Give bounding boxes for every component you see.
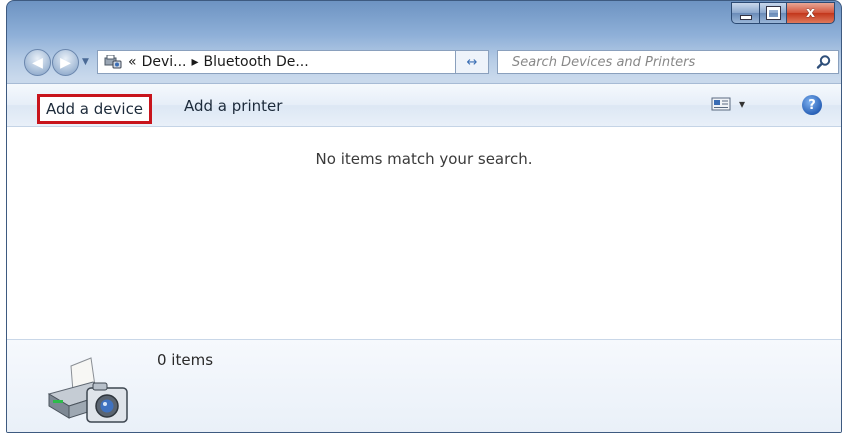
devices-and-printers-icon [103, 54, 123, 70]
minimize-icon [739, 14, 752, 20]
forward-button[interactable]: ▶ [52, 49, 79, 76]
command-bar: Add a device Add a printer ▾ ? [7, 84, 841, 127]
breadcrumb-separator[interactable]: ▸ [192, 54, 199, 70]
forward-arrow-icon: ▶ [60, 54, 71, 71]
breadcrumb-devices[interactable]: Devi... [142, 54, 187, 70]
add-device-button[interactable]: Add a device [37, 94, 153, 124]
printer-camera-icon [43, 348, 135, 432]
minimize-button[interactable] [731, 2, 760, 24]
caption-buttons: x [731, 2, 835, 24]
address-bar[interactable]: « Devi... ▸ Bluetooth De... ▾ [97, 50, 487, 74]
close-button[interactable]: x [787, 2, 835, 24]
navigation-bar: ◀ ▶ ▼ « Devi... ▸ Bluetooth De... ▾ ↔ [7, 47, 841, 77]
content-area: Add a device Add a printer ▾ ? No items … [7, 83, 841, 432]
breadcrumb-overflow[interactable]: « [128, 54, 137, 70]
change-view-icon [711, 97, 731, 111]
search-box[interactable] [497, 50, 839, 74]
recent-pages-icon[interactable]: ▼ [82, 57, 89, 67]
explorer-window: x ◀ ▶ ▼ « Devi... ▸ Bluetooth De... ↔ Se… [6, 0, 842, 433]
details-pane: 0 items [7, 339, 841, 432]
search-icon[interactable] [816, 54, 832, 74]
help-icon[interactable]: ? [802, 95, 822, 115]
change-view-button[interactable]: ▾ [711, 97, 745, 111]
refresh-icon: ↔ [466, 54, 478, 70]
back-button[interactable]: ◀ [24, 49, 51, 76]
add-printer-button[interactable]: Add a printer [184, 97, 282, 115]
breadcrumb-bluetooth[interactable]: Bluetooth De... [204, 54, 309, 70]
title-bar[interactable]: x [7, 1, 841, 39]
back-arrow-icon: ◀ [32, 54, 43, 71]
empty-results-message: No items match your search. [315, 150, 533, 168]
close-icon: x [805, 5, 816, 21]
item-count: 0 items [157, 351, 214, 369]
maximize-icon [765, 6, 781, 20]
refresh-button[interactable]: ↔ [455, 50, 489, 74]
search-input[interactable] [510, 53, 814, 71]
view-dropdown-icon[interactable]: ▾ [739, 97, 745, 111]
maximize-button[interactable] [760, 2, 787, 24]
